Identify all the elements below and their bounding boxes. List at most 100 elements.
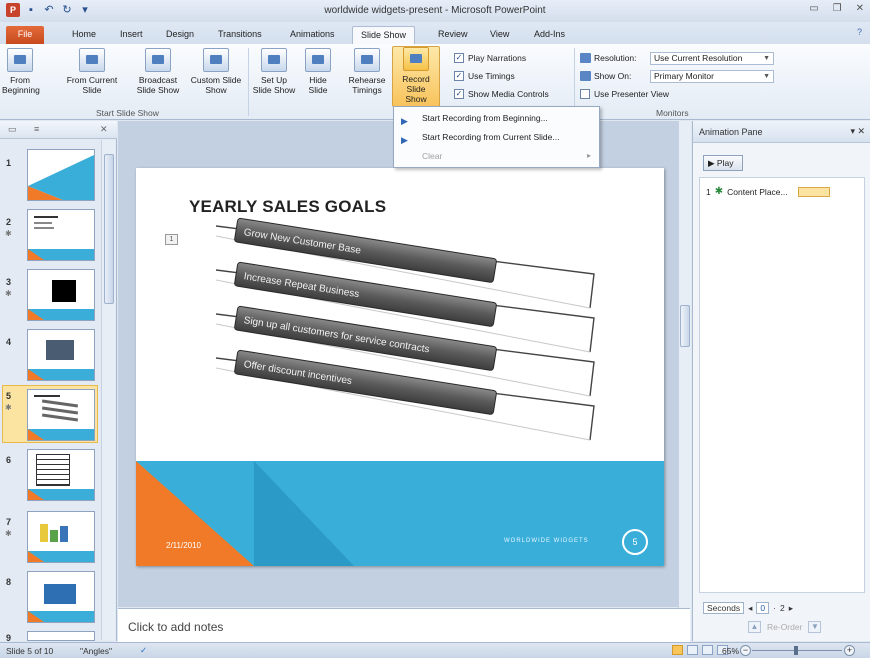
show-on-dropdown[interactable]: Primary Monitor ▼ (650, 70, 774, 83)
animation-item-label: Content Place... (727, 186, 788, 197)
move-down-icon[interactable]: ▼ (808, 621, 822, 633)
tab-add-ins[interactable]: Add-Ins (526, 26, 573, 44)
move-up-icon[interactable]: ▲ (748, 621, 761, 633)
tab-review[interactable]: Review (430, 26, 476, 44)
presenter-view-label: Use Presenter View (594, 89, 669, 99)
slides-tab-icon[interactable]: ▭ (8, 124, 17, 135)
slides-pane-scrollbar[interactable] (101, 140, 115, 640)
from-current-slide-button[interactable]: From Current Slide (62, 48, 122, 95)
animation-order-tag[interactable]: 1 (165, 234, 178, 245)
slide-number: 4 (6, 337, 12, 347)
slide-thumbnail-1[interactable] (27, 149, 95, 201)
zoom-slider[interactable] (752, 646, 842, 655)
tab-animations[interactable]: Animations (282, 26, 343, 44)
zoom-slider-handle[interactable] (794, 646, 798, 655)
set-up-slide-show-button[interactable]: Set Up Slide Show (252, 48, 296, 95)
animation-pane-header: Animation Pane ▾ ✕ (693, 121, 870, 143)
slide-thumbnail-3[interactable] (27, 269, 95, 321)
tab-insert[interactable]: Insert (112, 26, 151, 44)
slide-number: 3 (6, 277, 12, 287)
tab-transitions[interactable]: Transitions (210, 26, 270, 44)
outline-tab-icon[interactable]: ≡ (34, 124, 39, 134)
use-timings-checkbox[interactable]: ✓ Use Timings (454, 71, 515, 81)
slide-thumbnail-6[interactable] (27, 449, 95, 501)
checkbox-unchecked-icon (580, 89, 590, 99)
menu-clear[interactable]: Clear ▸ (394, 147, 599, 165)
from-beginning-icon (7, 48, 33, 72)
slide-canvas[interactable]: YEARLY SALES GOALS 1 Grow New Customer B… (136, 168, 664, 566)
custom-slide-show-button[interactable]: Custom Slide Show (188, 48, 244, 95)
animation-list-item[interactable]: 1 ✱ Content Place... (706, 186, 830, 197)
timeline-next: 2 (779, 603, 785, 613)
help-icon[interactable]: ? (857, 27, 862, 37)
broadcast-button[interactable]: Broadcast Slide Show (132, 48, 184, 95)
menu-start-recording-current[interactable]: ▶ Start Recording from Current Slide... (394, 128, 599, 146)
spell-check-icon[interactable]: ✓ (140, 645, 147, 656)
timeline-left-icon[interactable]: ◂ (748, 603, 752, 614)
animation-timing-bar[interactable] (797, 186, 830, 197)
timeline-controls: Seconds ◂ 0 · 2 ▸ (703, 601, 867, 615)
minimize-icon[interactable]: ▭ (809, 3, 818, 14)
close-window-icon[interactable]: ✕ (856, 3, 864, 14)
tab-design[interactable]: Design (158, 26, 202, 44)
slide-thumbnail-2[interactable] (27, 209, 95, 261)
tab-file[interactable]: File (6, 26, 44, 44)
slide-sorter-icon[interactable] (687, 645, 698, 655)
slide-thumbnail-4[interactable] (27, 329, 95, 381)
hide-slide-button[interactable]: Hide Slide (300, 48, 336, 95)
play-button[interactable]: ▶ Play (703, 155, 743, 171)
close-icon[interactable]: ▾ ✕ (850, 126, 865, 137)
reading-view-icon[interactable] (702, 645, 713, 655)
show-on-label: Show On: (580, 71, 631, 81)
broadcast-label: Broadcast Slide Show (136, 75, 180, 95)
timeline-mid-icon: · (773, 603, 776, 613)
zoom-in-icon[interactable]: + (844, 645, 855, 656)
hide-slide-icon (305, 48, 331, 72)
slide-number: 5 (6, 391, 12, 401)
slide-area-scrollbar[interactable] (678, 121, 691, 641)
scrollbar-thumb[interactable] (104, 154, 114, 304)
rehearse-timings-button[interactable]: Rehearse Timings (346, 48, 388, 95)
slide-number: 7 (6, 517, 12, 527)
timeline-start: 0 (756, 602, 770, 614)
seconds-dropdown[interactable]: Seconds (703, 602, 745, 614)
close-pane-icon[interactable]: ✕ (100, 124, 108, 135)
tab-home[interactable]: Home (64, 26, 104, 44)
slide-number: 2 (6, 217, 12, 227)
play-narrations-checkbox[interactable]: ✓ Play Narrations (454, 53, 526, 63)
submenu-arrow-icon: ▸ (586, 151, 591, 160)
resolution-icon (580, 53, 591, 63)
zoom-level[interactable]: 65% (722, 646, 739, 656)
resolution-dropdown[interactable]: Use Current Resolution ▼ (650, 52, 774, 65)
broadcast-icon (145, 48, 171, 72)
slide-number: 1 (6, 158, 12, 168)
record-slide-show-button[interactable]: Record Slide Show (392, 46, 440, 107)
slides-pane: ▭ ≡ ✕ 1 2 ✱ 3 ✱ 4 5 ✱ 6 7 ✱ 8 9 (0, 121, 117, 643)
title-bar: P ▪ ↶ ↻ ▾ worldwide widgets-present - Mi… (0, 0, 870, 22)
animation-star-icon: ✱ (5, 403, 12, 412)
blue-accent-shape (254, 461, 354, 566)
from-beginning-button[interactable]: From Beginning (2, 48, 40, 95)
slide-thumbnail-8[interactable] (27, 571, 95, 623)
animation-pane: Animation Pane ▾ ✕ ▶ Play 1 ✱ Content Pl… (692, 121, 870, 641)
scrollbar-thumb[interactable] (680, 305, 690, 347)
notes-pane[interactable]: Click to add notes (118, 608, 690, 642)
menu-start-recording-beginning[interactable]: ▶ Start Recording from Beginning... (394, 109, 599, 127)
normal-view-icon[interactable] (672, 645, 683, 655)
show-media-controls-checkbox[interactable]: ✓ Show Media Controls (454, 89, 549, 99)
slide-thumbnail-7[interactable] (27, 511, 95, 563)
zoom-out-icon[interactable]: − (740, 645, 751, 656)
goals-graphic[interactable]: Grow New Customer Base Increase Repeat B… (216, 212, 596, 462)
tab-slide-show[interactable]: Slide Show (352, 26, 416, 44)
monitors-group-label: Monitors (656, 108, 689, 118)
presenter-view-checkbox[interactable]: Use Presenter View (580, 89, 669, 99)
tab-view[interactable]: View (482, 26, 517, 44)
notes-placeholder: Click to add notes (128, 620, 224, 634)
restore-icon[interactable]: ❐ (833, 3, 842, 14)
slide-thumbnail-5[interactable] (27, 389, 95, 441)
slide-thumbnail-9[interactable] (27, 631, 95, 641)
animation-star-icon: ✱ (5, 229, 12, 238)
timeline-right-icon[interactable]: ▸ (789, 603, 793, 614)
animation-list: 1 ✱ Content Place... (699, 177, 865, 593)
chevron-down-icon: ▼ (763, 55, 770, 62)
